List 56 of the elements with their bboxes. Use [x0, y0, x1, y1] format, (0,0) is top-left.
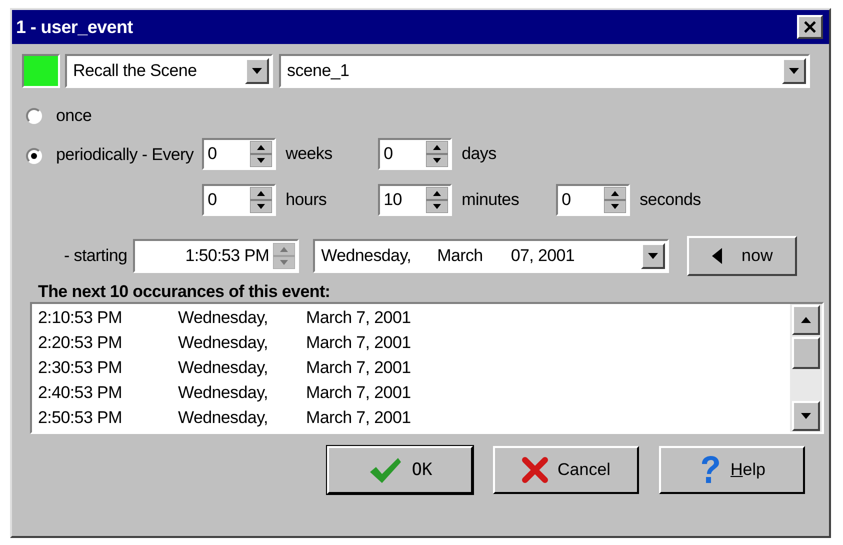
- window-title: 1 - user_event: [16, 16, 133, 38]
- number-spinner[interactable]: 0: [556, 184, 630, 216]
- unit-label: weeks: [286, 144, 332, 164]
- list-cell-text: Wednesday,: [178, 408, 269, 428]
- time-spinner[interactable]: 1:50:53 PM: [133, 239, 300, 273]
- list-cell: March 7, 2001: [306, 308, 411, 328]
- spin-arrows-icon: [426, 141, 448, 167]
- action-dropdown[interactable]: Recall the Scene: [65, 54, 273, 88]
- number-spinner[interactable]: 10: [378, 184, 452, 216]
- radio-label: once: [56, 106, 92, 126]
- unit-label: hours: [286, 190, 327, 210]
- help-button[interactable]: Help: [659, 446, 805, 494]
- unit-label: days: [462, 144, 496, 164]
- list-cell-text: 2:30:53 PM: [38, 358, 123, 378]
- list-cell-text: Wednesday,: [178, 358, 269, 378]
- close-button[interactable]: [797, 15, 823, 39]
- scroll-down-icon[interactable]: [792, 401, 820, 431]
- unit-label: minutes: [462, 190, 520, 210]
- radio-button[interactable]: [26, 148, 42, 164]
- scene-dropdown[interactable]: scene_1: [279, 54, 810, 88]
- spin-arrows-icon: [250, 141, 272, 167]
- number-spinner[interactable]: 0: [202, 138, 276, 170]
- spin-arrows-icon: [604, 187, 626, 213]
- scroll-up-icon[interactable]: [792, 305, 820, 335]
- list-cell: March 7, 2001: [306, 358, 411, 378]
- unit-label: seconds: [640, 190, 701, 210]
- cross-icon: [522, 457, 548, 483]
- list-cell: March 7, 2001: [306, 382, 411, 402]
- now-button[interactable]: now: [687, 236, 798, 276]
- number-spinner[interactable]: 0: [378, 138, 452, 170]
- cancel-button[interactable]: Cancel: [493, 446, 639, 494]
- radio-label: periodically - Every: [56, 145, 194, 165]
- number-spinner[interactable]: 0: [202, 184, 276, 216]
- list-cell-text: 2:20:53 PM: [38, 332, 123, 352]
- radio-button[interactable]: [26, 108, 42, 124]
- list-heading: The next 10 occurances of this event:: [38, 282, 332, 302]
- scrollbar[interactable]: [790, 304, 822, 432]
- starting-label: - starting: [64, 246, 128, 266]
- left-triangle-icon: [712, 248, 722, 264]
- list-cell-text: 2:50:53 PM: [38, 408, 123, 428]
- ok-button[interactable]: OK: [327, 446, 473, 494]
- list-cell: March 7, 2001: [306, 408, 411, 428]
- scroll-thumb[interactable]: [792, 337, 820, 369]
- color-swatch[interactable]: [22, 54, 60, 88]
- list-cell-text: 2:10:53 PM: [38, 308, 123, 328]
- close-icon: [803, 20, 817, 34]
- list-cell-text: Wednesday,: [178, 382, 269, 402]
- list-cell-text: 2:40:53 PM: [38, 382, 123, 402]
- spin-arrows-icon: [250, 187, 272, 213]
- date-dropdown[interactable]: Wednesday, March 07, 2001: [313, 239, 670, 273]
- checkmark-icon: [368, 456, 402, 484]
- list-cell-text: Wednesday,: [178, 332, 269, 352]
- list-cell: March 7, 2001: [306, 332, 411, 352]
- list-cell-text: Wednesday,: [178, 308, 269, 328]
- spin-arrows-icon: [273, 243, 296, 269]
- spin-arrows-icon: [426, 187, 448, 213]
